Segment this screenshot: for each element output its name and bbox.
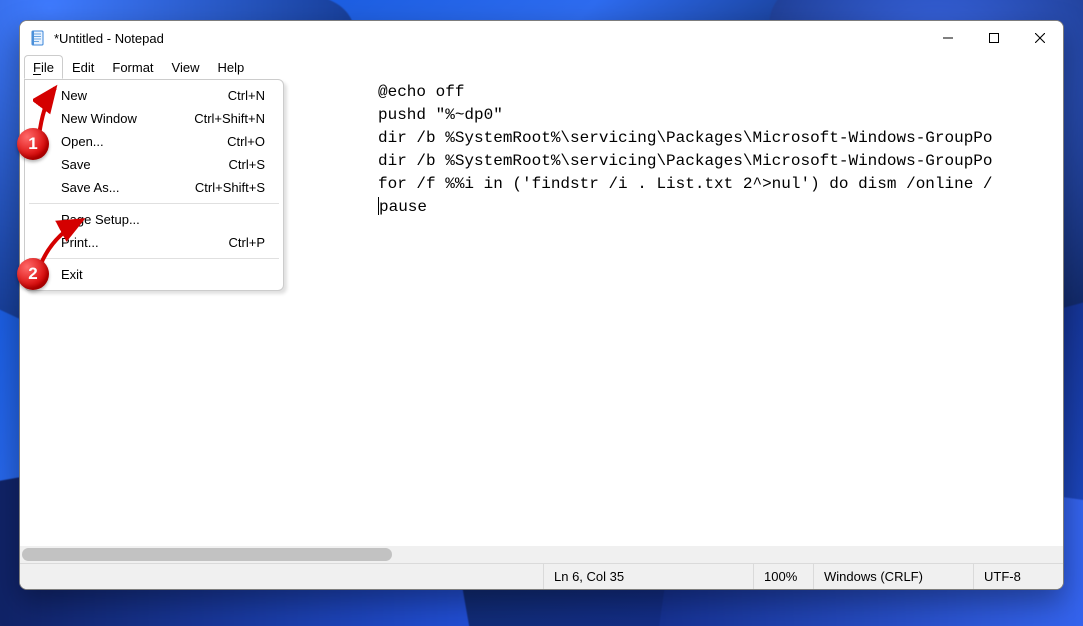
menu-item-print[interactable]: Print... Ctrl+P: [27, 231, 281, 254]
titlebar[interactable]: *Untitled - Notepad: [20, 21, 1063, 55]
menu-help[interactable]: Help: [209, 55, 254, 79]
menu-view[interactable]: View: [163, 55, 209, 79]
menu-item-page-setup[interactable]: Page Setup...: [27, 208, 281, 231]
file-menu-dropdown: New Ctrl+N New Window Ctrl+Shift+N Open.…: [24, 79, 284, 291]
window-title: *Untitled - Notepad: [54, 31, 164, 46]
close-button[interactable]: [1017, 21, 1063, 55]
menu-item-new-window[interactable]: New Window Ctrl+Shift+N: [27, 107, 281, 130]
menu-separator: [29, 258, 279, 259]
menu-edit[interactable]: Edit: [63, 55, 103, 79]
annotation-badge-2: 2: [17, 258, 49, 290]
notepad-icon: [30, 30, 46, 46]
minimize-button[interactable]: [925, 21, 971, 55]
status-empty: [20, 564, 543, 589]
menu-format[interactable]: Format: [103, 55, 162, 79]
menu-item-open[interactable]: Open... Ctrl+O: [27, 130, 281, 153]
status-encoding: UTF-8: [973, 564, 1063, 589]
status-zoom: 100%: [753, 564, 813, 589]
maximize-button[interactable]: [971, 21, 1017, 55]
status-position: Ln 6, Col 35: [543, 564, 753, 589]
menu-item-save[interactable]: Save Ctrl+S: [27, 153, 281, 176]
menu-separator: [29, 203, 279, 204]
menu-item-save-as[interactable]: Save As... Ctrl+Shift+S: [27, 176, 281, 199]
menubar: File New Ctrl+N New Window Ctrl+Shift+N …: [20, 55, 1063, 79]
annotation-badge-1: 1: [17, 128, 49, 160]
menu-item-new[interactable]: New Ctrl+N: [27, 84, 281, 107]
scrollbar-thumb[interactable]: [22, 548, 392, 561]
menu-item-exit[interactable]: Exit: [27, 263, 281, 286]
statusbar: Ln 6, Col 35 100% Windows (CRLF) UTF-8: [20, 563, 1063, 589]
horizontal-scrollbar[interactable]: [20, 546, 1063, 563]
status-eol: Windows (CRLF): [813, 564, 973, 589]
menu-file[interactable]: File New Ctrl+N New Window Ctrl+Shift+N …: [24, 55, 63, 79]
notepad-window: *Untitled - Notepad File New Ctrl+N New …: [19, 20, 1064, 590]
